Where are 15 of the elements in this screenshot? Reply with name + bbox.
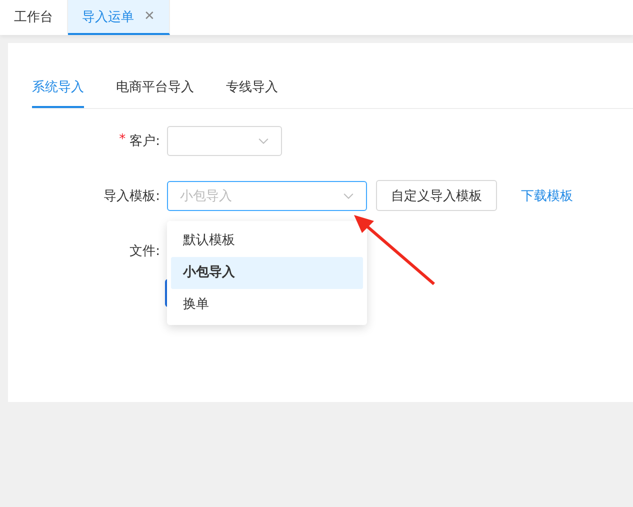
field-label: 导入模板:: [104, 188, 160, 204]
import-tab[interactable]: 系统导入: [32, 78, 84, 108]
chevron-down-icon: [258, 138, 269, 145]
field-label: 文件:: [130, 243, 160, 260]
dropdown-option[interactable]: 默认模板: [171, 225, 363, 257]
download-template-link[interactable]: 下载模板: [521, 186, 573, 204]
import-tab[interactable]: 专线导入: [226, 78, 278, 108]
custom-template-button[interactable]: 自定义导入模板: [376, 180, 497, 211]
dropdown-option[interactable]: 换单: [171, 289, 363, 321]
chevron-down-icon: [343, 192, 354, 200]
dropdown-option[interactable]: 小包导入: [171, 257, 363, 289]
required-mark: *: [119, 132, 126, 149]
field-label: 客户:: [130, 133, 160, 150]
customer-select[interactable]: [167, 126, 282, 156]
import-tab[interactable]: 电商平台导入: [116, 78, 194, 108]
